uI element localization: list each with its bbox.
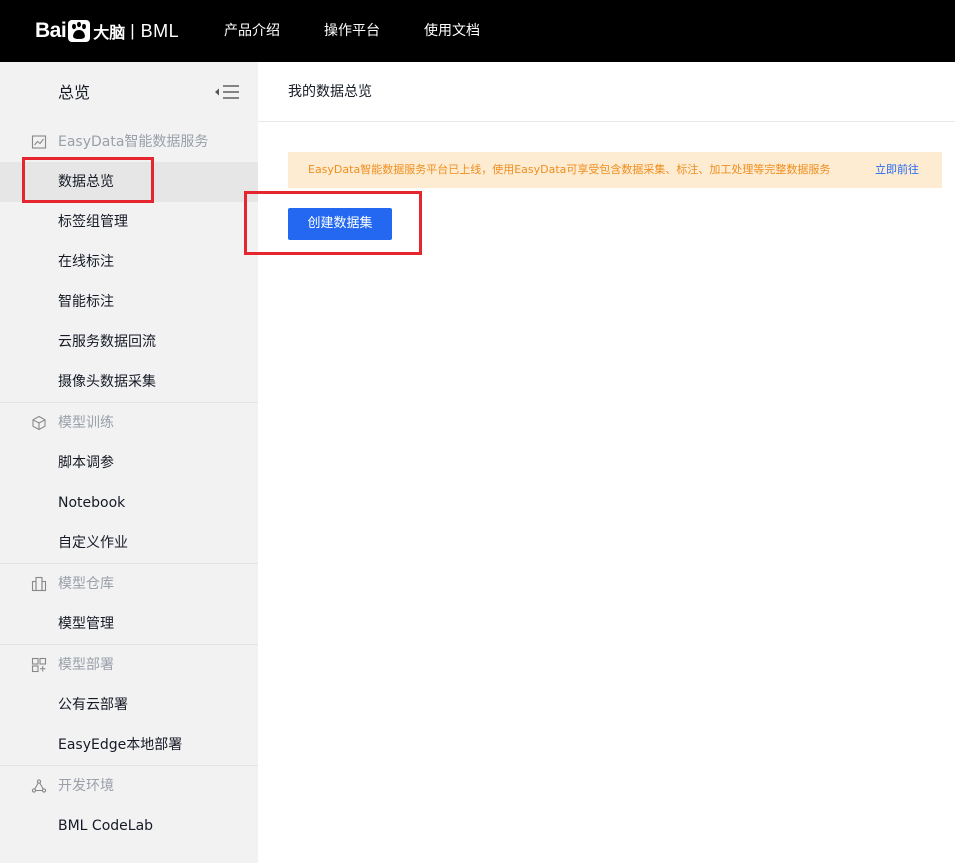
sidebar-item-label: 模型管理 bbox=[58, 616, 114, 632]
sidebar-item-label: EasyEdge本地部署 bbox=[58, 737, 183, 753]
deploy-icon bbox=[31, 657, 47, 673]
group-label: EasyData智能数据服务 bbox=[58, 134, 209, 150]
baidu-bml-logo[interactable]: Bai 大脑 | BML bbox=[35, 16, 179, 46]
highlight-box-create-dataset bbox=[244, 191, 422, 255]
header-divider bbox=[258, 121, 955, 122]
sidebar-item-easyedge-local-deployment[interactable]: EasyEdge本地部署 bbox=[0, 725, 258, 765]
sidebar-item-model-management[interactable]: 模型管理 bbox=[0, 604, 258, 644]
sidebar-item-label: 自定义作业 bbox=[58, 535, 128, 551]
baidu-paw-icon bbox=[68, 20, 91, 42]
group-model-training: 模型训练 bbox=[0, 403, 258, 443]
nav-product-intro[interactable]: 产品介绍 bbox=[224, 22, 280, 40]
dev-environment-icon bbox=[31, 779, 47, 793]
sidebar-item-camera-data-collection[interactable]: 摄像头数据采集 bbox=[0, 362, 258, 402]
highlight-box-data-overview bbox=[22, 157, 154, 203]
warehouse-icon bbox=[31, 576, 47, 592]
sidebar-item-label: 标签组管理 bbox=[58, 214, 128, 230]
group-model-deployment: 模型部署 bbox=[0, 645, 258, 685]
group-easydata: EasyData智能数据服务 bbox=[0, 122, 258, 162]
group-dev-environment: 开发环境 bbox=[0, 766, 258, 806]
sidebar-item-online-annotation[interactable]: 在线标注 bbox=[0, 242, 258, 282]
sidebar-item-label: 智能标注 bbox=[58, 294, 114, 310]
logo-separator: | bbox=[130, 21, 135, 40]
cube-icon bbox=[32, 415, 46, 431]
sidebar-item-label: 公有云部署 bbox=[58, 697, 128, 713]
sidebar-item-label: 云服务数据回流 bbox=[58, 334, 156, 350]
sidebar-item-script-tuning[interactable]: 脚本调参 bbox=[0, 443, 258, 483]
sidebar-item-public-cloud-deployment[interactable]: 公有云部署 bbox=[0, 685, 258, 725]
notice-text: EasyData智能数据服务平台已上线，使用EasyData可享受包含数据采集、… bbox=[308, 163, 831, 176]
nav-documentation[interactable]: 使用文档 bbox=[424, 22, 480, 40]
notice-go-now-link[interactable]: 立即前往 bbox=[875, 163, 919, 177]
collapse-sidebar-icon[interactable] bbox=[214, 84, 240, 100]
sidebar-item-label: 摄像头数据采集 bbox=[58, 374, 156, 390]
sidebar-item-notebook[interactable]: Notebook bbox=[0, 483, 258, 523]
group-label: 开发环境 bbox=[58, 778, 114, 794]
nav-operation-platform[interactable]: 操作平台 bbox=[324, 22, 380, 40]
trend-chart-icon bbox=[31, 135, 47, 149]
group-label: 模型部署 bbox=[58, 657, 114, 673]
sidebar-title: 总览 bbox=[58, 83, 91, 102]
easydata-notice-banner: EasyData智能数据服务平台已上线，使用EasyData可享受包含数据采集、… bbox=[288, 152, 942, 188]
sidebar-item-label: 在线标注 bbox=[58, 254, 114, 270]
sidebar-item-label: BML CodeLab bbox=[58, 818, 154, 834]
sidebar-item-bml-codelab[interactable]: BML CodeLab bbox=[0, 806, 258, 846]
sidebar-item-custom-job[interactable]: 自定义作业 bbox=[0, 523, 258, 563]
sidebar-item-cloud-data-reflow[interactable]: 云服务数据回流 bbox=[0, 322, 258, 362]
logo-daonao-text: 大脑 bbox=[93, 23, 126, 42]
sidebar-item-smart-annotation[interactable]: 智能标注 bbox=[0, 282, 258, 322]
logo-product-text: BML bbox=[140, 20, 180, 41]
sidebar-item-label: 脚本调参 bbox=[58, 455, 114, 471]
sidebar-item-label: Notebook bbox=[58, 495, 126, 511]
sidebar-item-label-group-management[interactable]: 标签组管理 bbox=[0, 202, 258, 242]
group-model-warehouse: 模型仓库 bbox=[0, 564, 258, 604]
logo-bai-text: Bai bbox=[35, 19, 67, 42]
top-navigation-bar: Bai 大脑 | BML 产品介绍 操作平台 使用文档 bbox=[0, 0, 955, 62]
page-title: 我的数据总览 bbox=[288, 84, 372, 100]
group-label: 模型仓库 bbox=[58, 576, 114, 592]
group-label: 模型训练 bbox=[58, 415, 114, 431]
